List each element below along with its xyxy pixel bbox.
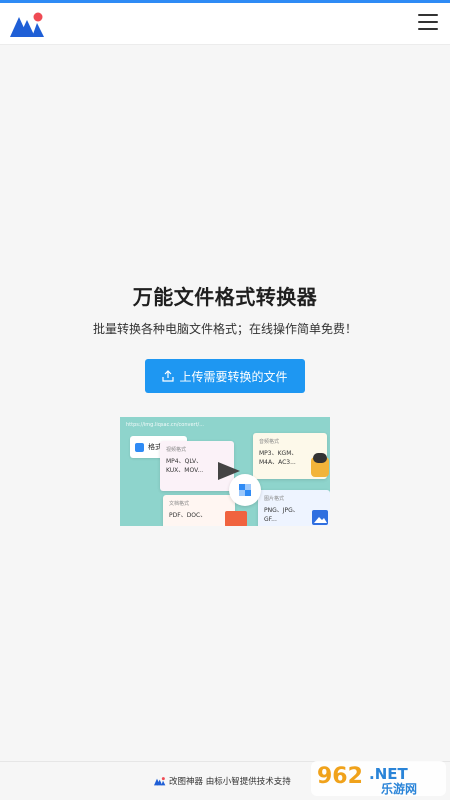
- card-title: 音频格式: [259, 439, 280, 445]
- header-bar: [0, 3, 450, 45]
- footer-credit: 改图神器 由标小智提供技术支持: [154, 775, 291, 787]
- card-line: PDF、DOC、: [169, 512, 207, 519]
- card-title: 视频格式: [166, 447, 187, 453]
- footer-text: 改图神器 由标小智提供技术支持: [169, 777, 291, 787]
- pdf-icon: [225, 511, 247, 526]
- card-title: 图片格式: [264, 496, 285, 502]
- image-icon: [312, 510, 328, 525]
- convert-icon: [135, 442, 144, 452]
- audio-icon: [311, 453, 329, 477]
- banner-url: https://img.liqsac.cn/convert/...: [126, 422, 204, 428]
- watermark-cn: 乐游网: [381, 781, 417, 796]
- convert-badge-icon: [229, 474, 261, 506]
- page-subtitle: 批量转换各种电脑文件格式；在线操作简单免费！: [92, 322, 357, 336]
- card-title: 文档格式: [169, 501, 190, 507]
- upload-button-label: 上传需要转换的文件: [179, 369, 288, 384]
- brand-logo[interactable]: [10, 11, 46, 37]
- footer-logo-icon: [154, 777, 166, 786]
- upload-icon: [162, 370, 175, 382]
- watermark-number: 962: [317, 764, 363, 789]
- site-watermark: 962 .NET 乐游网: [311, 761, 446, 796]
- feature-banner-image: https://img.liqsac.cn/convert/... 格式转换 视…: [120, 417, 330, 526]
- watermark-suffix: .NET: [369, 765, 408, 783]
- hamburger-menu-icon[interactable]: [418, 14, 438, 32]
- page-title: 万能文件格式转换器: [132, 285, 318, 309]
- upload-file-button[interactable]: 上传需要转换的文件: [145, 359, 305, 393]
